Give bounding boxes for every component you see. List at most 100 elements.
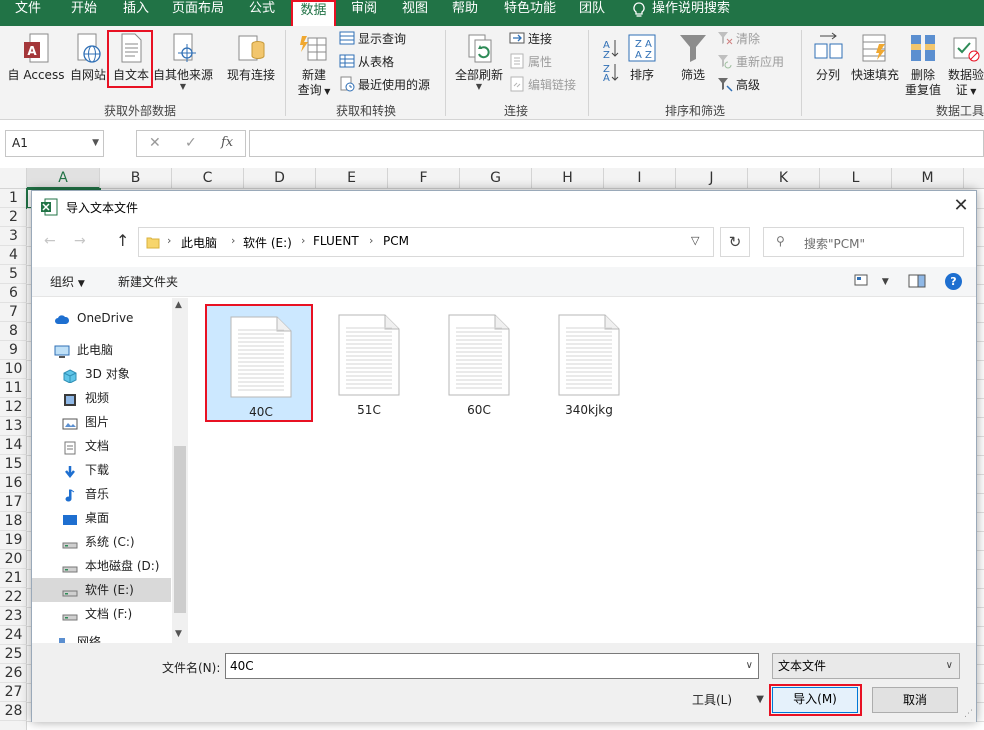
tab-team[interactable]: 团队 xyxy=(570,0,614,26)
column-header[interactable]: E xyxy=(316,168,388,189)
nav-item[interactable]: 系统 (C:) xyxy=(32,530,171,554)
nav-item[interactable]: 软件 (E:) xyxy=(32,578,171,602)
data-validation-button[interactable]: 数据验 证 ▼ xyxy=(946,32,984,99)
row-header[interactable]: 8 xyxy=(0,322,27,341)
organize-menu[interactable]: 组织 ▼ xyxy=(50,273,85,290)
row-header[interactable]: 12 xyxy=(0,398,27,417)
row-header[interactable]: 14 xyxy=(0,436,27,455)
column-header[interactable]: C xyxy=(172,168,244,189)
tell-me-search[interactable]: 操作说明搜索 xyxy=(652,0,736,26)
cancel-entry-icon[interactable]: ✕ xyxy=(149,135,161,151)
advanced-filter-button[interactable]: 高级 xyxy=(717,76,760,94)
file-item[interactable]: 40C xyxy=(205,304,313,422)
filename-input[interactable]: 40C ∨ xyxy=(225,653,759,679)
column-header[interactable]: G xyxy=(460,168,532,189)
column-header[interactable]: J xyxy=(676,168,748,189)
tab-file[interactable]: 文件 xyxy=(8,0,48,26)
file-item[interactable]: 51C xyxy=(315,304,423,422)
existing-connections-button[interactable]: 现有连接 xyxy=(224,32,278,83)
file-item[interactable]: 60C xyxy=(425,304,533,422)
row-header[interactable]: 6 xyxy=(0,284,27,303)
forward-arrow-icon[interactable]: → xyxy=(74,233,86,249)
cancel-button[interactable]: 取消 xyxy=(872,687,958,713)
clear-filter-button[interactable]: 清除 xyxy=(717,30,760,48)
column-header[interactable]: H xyxy=(532,168,604,189)
nav-item[interactable]: 桌面 xyxy=(32,506,171,530)
row-header[interactable]: 7 xyxy=(0,303,27,322)
column-header[interactable]: M xyxy=(892,168,964,189)
search-input[interactable]: ⚲ 搜索"PCM" xyxy=(763,227,964,257)
row-header[interactable]: 24 xyxy=(0,626,27,645)
breadcrumb-drive-e[interactable]: 软件 (E:) xyxy=(243,234,292,251)
column-header[interactable]: L xyxy=(820,168,892,189)
column-header[interactable]: D xyxy=(244,168,316,189)
flash-fill-button[interactable]: 快速填充 xyxy=(848,32,902,83)
sort-button[interactable]: Z A A Z 排序 xyxy=(624,32,660,83)
row-header[interactable]: 19 xyxy=(0,531,27,550)
nav-scrollbar[interactable]: ▲ ▼ xyxy=(172,298,188,643)
insert-function-icon[interactable]: fx xyxy=(221,135,233,150)
recent-sources-button[interactable]: 最近使用的源 xyxy=(339,76,430,94)
scrollbar-thumb[interactable] xyxy=(174,446,186,613)
refresh-all-button[interactable]: 全部刷新 ▼ xyxy=(452,32,506,91)
row-header[interactable]: 22 xyxy=(0,588,27,607)
row-header[interactable]: 5 xyxy=(0,265,27,284)
nav-item[interactable]: 网络 xyxy=(32,630,171,643)
row-header[interactable]: 17 xyxy=(0,493,27,512)
formula-input[interactable] xyxy=(249,130,984,157)
row-header[interactable]: 27 xyxy=(0,683,27,702)
chevron-down-icon[interactable]: ▼ xyxy=(175,629,182,639)
name-box[interactable]: A1 ▼ xyxy=(5,130,104,157)
row-header[interactable]: 4 xyxy=(0,246,27,265)
filetype-select[interactable]: 文本文件 ∨ xyxy=(772,653,960,679)
reapply-button[interactable]: 重新应用 xyxy=(717,53,784,71)
nav-item[interactable]: 视频 xyxy=(32,386,171,410)
show-queries-button[interactable]: 显示查询 xyxy=(339,30,406,48)
row-header[interactable]: 1 xyxy=(0,189,27,208)
row-header[interactable]: 28 xyxy=(0,702,27,721)
file-item[interactable]: 340kjkg xyxy=(535,304,643,422)
row-header[interactable]: 20 xyxy=(0,550,27,569)
breadcrumb-fluent[interactable]: FLUENT xyxy=(313,234,359,248)
nav-item[interactable]: 本地磁盘 (D:) xyxy=(32,554,171,578)
nav-item[interactable]: 图片 xyxy=(32,410,171,434)
tab-special-features[interactable]: 特色功能 xyxy=(498,0,562,26)
tab-page-layout[interactable]: 页面布局 xyxy=(166,0,230,26)
nav-item[interactable]: 3D 对象 xyxy=(32,362,171,386)
row-header[interactable]: 3 xyxy=(0,227,27,246)
preview-pane-icon[interactable] xyxy=(908,273,926,289)
chevron-up-icon[interactable]: ▲ xyxy=(175,300,182,310)
nav-item[interactable]: 文档 (F:) xyxy=(32,602,171,626)
resize-grip-icon[interactable]: ⋰ xyxy=(964,709,973,719)
row-header[interactable]: 15 xyxy=(0,455,27,474)
row-header[interactable]: 9 xyxy=(0,341,27,360)
filter-button[interactable]: 筛选 xyxy=(674,32,712,83)
close-icon[interactable]: ✕ xyxy=(949,195,973,219)
from-web-button[interactable]: 自网站 xyxy=(66,32,110,83)
column-header[interactable]: K xyxy=(748,168,820,189)
nav-item[interactable]: 下载 xyxy=(32,458,171,482)
breadcrumb-pcm[interactable]: PCM xyxy=(383,234,409,248)
row-header[interactable]: 18 xyxy=(0,512,27,531)
back-arrow-icon[interactable]: ← xyxy=(44,233,56,249)
tab-data[interactable]: 数据 xyxy=(291,0,336,26)
text-to-columns-button[interactable]: 分列 xyxy=(808,32,848,83)
remove-duplicates-button[interactable]: 删除 重复值 xyxy=(902,32,944,98)
tab-insert[interactable]: 插入 xyxy=(114,0,158,26)
column-header[interactable]: F xyxy=(388,168,460,189)
refresh-icon[interactable]: ↻ xyxy=(720,227,750,257)
row-header[interactable]: 25 xyxy=(0,645,27,664)
chevron-down-icon[interactable]: ▽ xyxy=(691,234,699,247)
sort-az-icon[interactable]: A Z Z A xyxy=(602,36,620,82)
row-header[interactable]: 23 xyxy=(0,607,27,626)
column-header[interactable]: B xyxy=(100,168,172,189)
nav-item[interactable]: 音乐 xyxy=(32,482,171,506)
row-header[interactable]: 13 xyxy=(0,417,27,436)
breadcrumb-this-pc[interactable]: 此电脑 xyxy=(181,234,217,251)
row-header[interactable]: 2 xyxy=(0,208,27,227)
tab-help[interactable]: 帮助 xyxy=(443,0,487,26)
select-all-corner[interactable] xyxy=(0,168,27,189)
row-header[interactable]: 26 xyxy=(0,664,27,683)
column-header[interactable]: I xyxy=(604,168,676,189)
new-folder-button[interactable]: 新建文件夹 xyxy=(118,273,178,290)
